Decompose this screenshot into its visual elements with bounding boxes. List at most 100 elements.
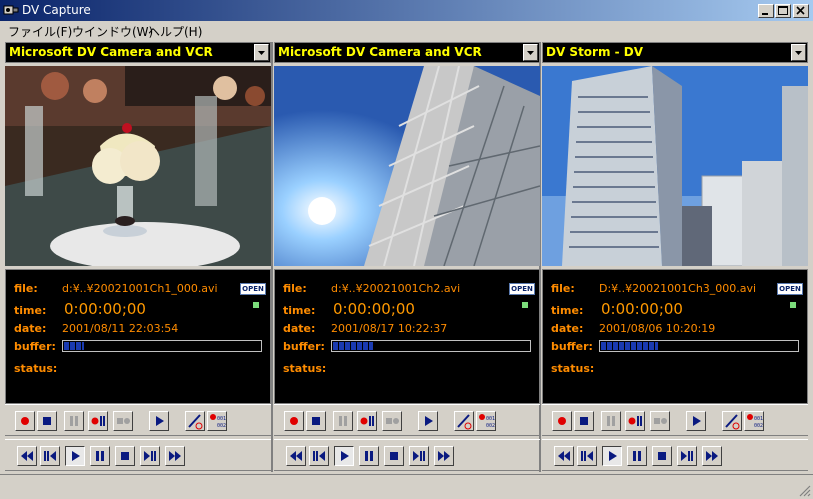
stop-icon: [658, 452, 666, 460]
stop-button[interactable]: [384, 446, 404, 466]
step-back-button[interactable]: [577, 446, 597, 466]
menu-window[interactable]: ウインドウ(W): [72, 23, 153, 40]
step-forward-icon: [144, 451, 156, 461]
dropdown-arrow-icon[interactable]: [523, 44, 538, 61]
stop-capture-button[interactable]: [574, 411, 594, 431]
counter-reset-icon: 001002: [210, 414, 226, 429]
pause-capture-button[interactable]: [64, 411, 84, 431]
record-pause-button[interactable]: [625, 411, 645, 431]
capture-controls: 001 002: [5, 404, 271, 436]
source-label: Microsoft DV Camera and VCR: [9, 45, 213, 59]
edit-tool-button[interactable]: [185, 411, 205, 431]
record-button[interactable]: [552, 411, 572, 431]
counter-reset-button[interactable]: 001 002: [476, 411, 496, 431]
play-icon: [341, 451, 349, 461]
stop-icon: [390, 452, 398, 460]
source-selector[interactable]: Microsoft DV Camera and VCR: [5, 42, 271, 63]
dropdown-arrow-icon[interactable]: [254, 44, 269, 61]
pause-capture-button[interactable]: [601, 411, 621, 431]
fast-forward-icon: [438, 451, 450, 461]
date-label: date:: [14, 322, 47, 335]
status-led-icon: [253, 302, 259, 308]
counter-reset-button[interactable]: 001 002: [744, 411, 764, 431]
source-label: Microsoft DV Camera and VCR: [278, 45, 482, 59]
record-pause-button[interactable]: [357, 411, 377, 431]
stop-button[interactable]: [115, 446, 135, 466]
stop-button[interactable]: [652, 446, 672, 466]
source-selector[interactable]: DV Storm - DV: [542, 42, 808, 63]
stop-record-button[interactable]: [113, 411, 133, 431]
step-back-button[interactable]: [40, 446, 60, 466]
record-pause-icon: [91, 416, 105, 426]
play-button[interactable]: [65, 446, 85, 466]
counter-reset-button[interactable]: 001 002: [207, 411, 227, 431]
stop-capture-button[interactable]: [37, 411, 57, 431]
pause-capture-button[interactable]: [333, 411, 353, 431]
step-forward-button[interactable]: [677, 446, 697, 466]
open-button[interactable]: OPEN: [509, 283, 535, 295]
preview-play-button[interactable]: [418, 411, 438, 431]
step-forward-button[interactable]: [409, 446, 429, 466]
fast-forward-button[interactable]: [702, 446, 722, 466]
fast-forward-button[interactable]: [165, 446, 185, 466]
edit-tool-button[interactable]: [722, 411, 742, 431]
buffer-fill: [64, 342, 84, 350]
play-button[interactable]: [334, 446, 354, 466]
preview-play-icon: [693, 416, 701, 426]
date-value: 2001/08/11 22:03:54: [62, 322, 179, 335]
fast-forward-button[interactable]: [434, 446, 454, 466]
step-forward-icon: [413, 451, 425, 461]
edit-tool-button[interactable]: [454, 411, 474, 431]
preview-play-button[interactable]: [686, 411, 706, 431]
step-forward-button[interactable]: [140, 446, 160, 466]
pause-button[interactable]: [90, 446, 110, 466]
menu-file[interactable]: ファイル(F): [8, 23, 72, 40]
buffer-fill: [333, 342, 373, 350]
edit-tool-icon: [188, 414, 203, 430]
status-led-icon: [522, 302, 528, 308]
close-button[interactable]: [793, 4, 809, 18]
step-back-button[interactable]: [309, 446, 329, 466]
status-bar: [0, 474, 813, 499]
record-button[interactable]: [15, 411, 35, 431]
menu-help[interactable]: ヘルプ(H): [148, 23, 202, 40]
stop-record-button[interactable]: [382, 411, 402, 431]
app-icon: [3, 5, 19, 15]
open-button[interactable]: OPEN: [777, 283, 803, 295]
buffer-label: buffer:: [283, 340, 325, 353]
info-panel: file: D:¥..¥20021001Ch3_000.avi OPEN tim…: [542, 269, 808, 404]
stop-record-button[interactable]: [650, 411, 670, 431]
stop-capture-icon: [580, 417, 588, 425]
record-pause-icon: [628, 416, 642, 426]
minimize-button[interactable]: [758, 4, 774, 18]
record-pause-button[interactable]: [88, 411, 108, 431]
rewind-button[interactable]: [286, 446, 306, 466]
edit-tool-icon: [457, 414, 472, 430]
panel-divider: [271, 42, 273, 472]
step-back-icon: [581, 451, 593, 461]
source-selector[interactable]: Microsoft DV Camera and VCR: [274, 42, 540, 63]
edit-tool-icon: [725, 414, 740, 430]
file-value: D:¥..¥20021001Ch3_000.avi: [599, 282, 757, 295]
status-label: status:: [14, 362, 58, 375]
preview-play-button[interactable]: [149, 411, 169, 431]
source-label: DV Storm - DV: [546, 45, 644, 59]
pause-icon: [633, 451, 641, 461]
play-button[interactable]: [602, 446, 622, 466]
resize-grip-icon[interactable]: [799, 485, 811, 497]
dropdown-arrow-icon[interactable]: [791, 44, 806, 61]
open-button[interactable]: OPEN: [240, 283, 266, 295]
step-forward-icon: [681, 451, 693, 461]
stop-record-icon: [117, 418, 130, 424]
maximize-button[interactable]: [775, 4, 791, 18]
stop-capture-button[interactable]: [306, 411, 326, 431]
svg-text:002: 002: [486, 423, 495, 429]
rewind-button[interactable]: [17, 446, 37, 466]
rewind-button[interactable]: [554, 446, 574, 466]
video-preview: [542, 66, 808, 266]
stop-icon: [121, 452, 129, 460]
svg-text:002: 002: [217, 423, 226, 429]
pause-button[interactable]: [627, 446, 647, 466]
pause-button[interactable]: [359, 446, 379, 466]
record-button[interactable]: [284, 411, 304, 431]
